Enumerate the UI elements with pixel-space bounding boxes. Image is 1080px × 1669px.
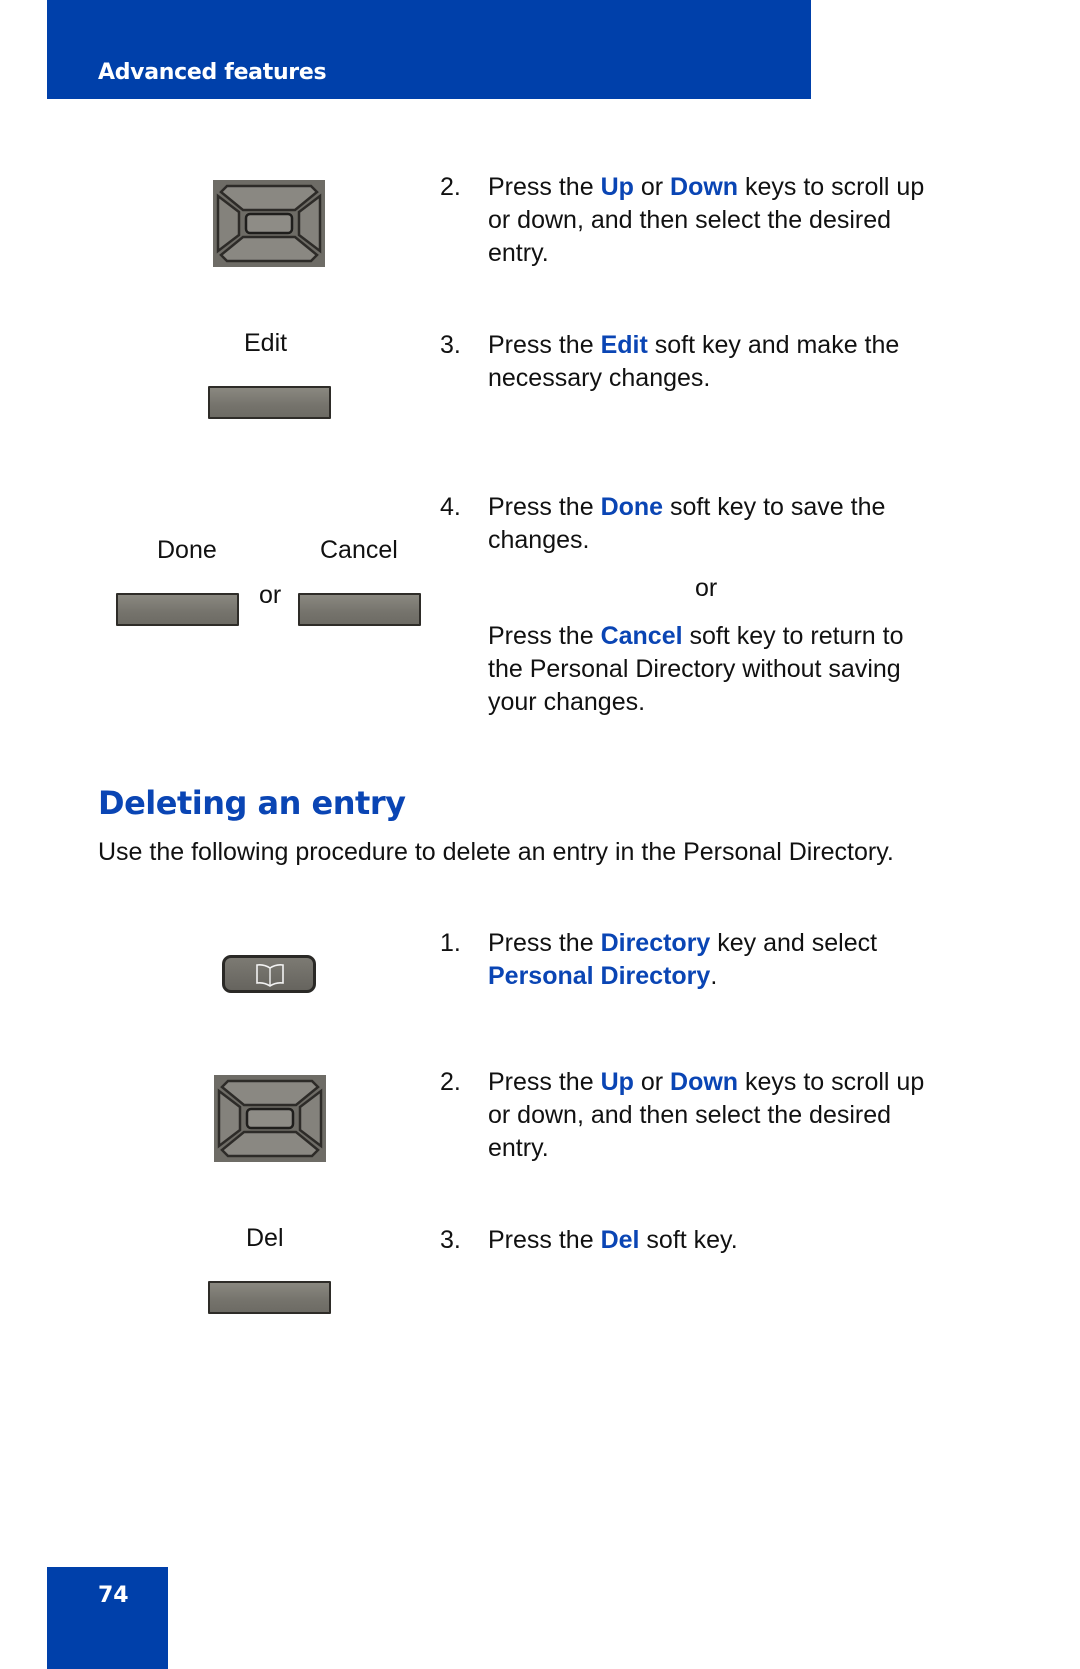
keyword-up: Up: [600, 1068, 634, 1096]
cancel-softkey-icon: [298, 593, 421, 626]
step-text-line: your changes.: [488, 688, 646, 716]
section-heading: Deleting an entry: [98, 784, 406, 822]
step-text-line: necessary changes.: [488, 364, 711, 392]
step-text-line: the Personal Directory without saving: [488, 655, 901, 683]
or-separator: or: [695, 574, 718, 602]
softkey-label-edit: Edit: [244, 329, 288, 357]
section-intro: Use the following procedure to delete an…: [98, 838, 894, 866]
step-text-line: Press the Up or Down keys to scroll up: [488, 173, 925, 201]
directory-key-icon: [222, 955, 316, 993]
step-text-line: or down, and then select the desired: [488, 1101, 892, 1129]
step-text-line: Press the Up or Down keys to scroll up: [488, 1068, 925, 1096]
chapter-title: Advanced features: [98, 60, 327, 85]
step-text-line: Press the Directory key and select: [488, 929, 878, 957]
step-number: 2.: [440, 1068, 461, 1096]
keyword-down: Down: [670, 1068, 739, 1096]
step-number: 2.: [440, 173, 461, 201]
keyword-cancel: Cancel: [600, 622, 683, 650]
step-text-line: Press the Del soft key.: [488, 1226, 738, 1254]
step-number: 3.: [440, 331, 461, 359]
edit-softkey-icon: [208, 386, 331, 419]
keyword-directory: Directory: [600, 929, 711, 957]
keyword-edit: Edit: [600, 331, 648, 359]
step-text-line: Press the Edit soft key and make the: [488, 331, 900, 359]
keyword-up: Up: [600, 173, 634, 201]
step-text-line: Press the Cancel soft key to return to: [488, 622, 904, 650]
step-text-line: Personal Directory.: [488, 962, 718, 990]
step-number: 3.: [440, 1226, 461, 1254]
keyword-down: Down: [670, 173, 739, 201]
softkey-label-done: Done: [157, 536, 217, 564]
softkey-label-cancel: Cancel: [320, 536, 398, 564]
directory-book-icon: [256, 964, 284, 987]
step-text-line: Press the Done soft key to save the: [488, 493, 886, 521]
keyword-del: Del: [600, 1226, 640, 1254]
navigation-cluster-icon: [214, 1075, 326, 1162]
step-text-line: changes.: [488, 526, 590, 554]
step-text-line: entry.: [488, 239, 549, 267]
navigation-cluster-icon: [213, 180, 325, 267]
step-text-line: entry.: [488, 1134, 549, 1162]
step-number: 1.: [440, 929, 461, 957]
step-number: 4.: [440, 493, 461, 521]
or-label: or: [259, 581, 282, 609]
step-text-line: or down, and then select the desired: [488, 206, 892, 234]
page-number: 74: [98, 1583, 129, 1608]
done-softkey-icon: [116, 593, 239, 626]
keyword-done: Done: [600, 493, 664, 521]
keyword-personal-directory: Personal Directory: [488, 962, 711, 990]
softkey-label-del: Del: [246, 1224, 284, 1252]
del-softkey-icon: [208, 1281, 331, 1314]
